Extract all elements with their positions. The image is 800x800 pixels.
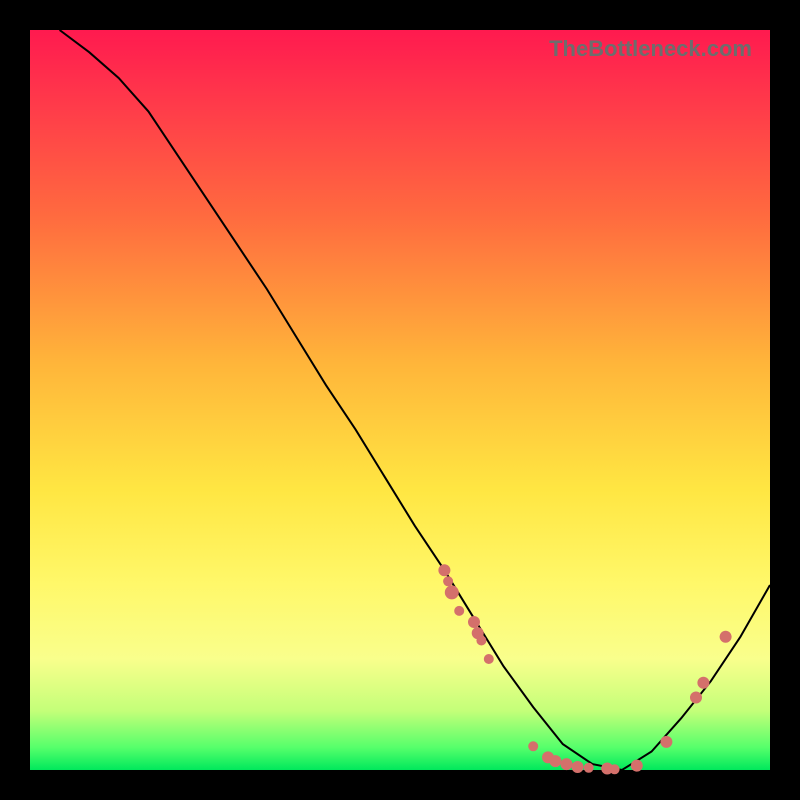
chart-svg: [30, 30, 770, 770]
data-point: [476, 636, 486, 646]
data-point: [445, 585, 459, 599]
data-point: [720, 631, 732, 643]
bottleneck-curve: [60, 30, 770, 770]
data-point: [549, 755, 561, 767]
data-point: [697, 677, 709, 689]
data-point: [631, 760, 643, 772]
data-point: [468, 616, 480, 628]
data-point: [561, 758, 573, 770]
data-point: [528, 741, 538, 751]
data-point: [610, 764, 620, 774]
chart-container: TheBottleneck.com: [0, 0, 800, 800]
data-point: [443, 576, 453, 586]
plot-area: TheBottleneck.com: [30, 30, 770, 770]
data-point: [438, 564, 450, 576]
data-point: [660, 736, 672, 748]
data-point: [690, 692, 702, 704]
data-point: [572, 761, 584, 773]
data-point: [454, 606, 464, 616]
data-point: [584, 763, 594, 773]
data-point: [484, 654, 494, 664]
